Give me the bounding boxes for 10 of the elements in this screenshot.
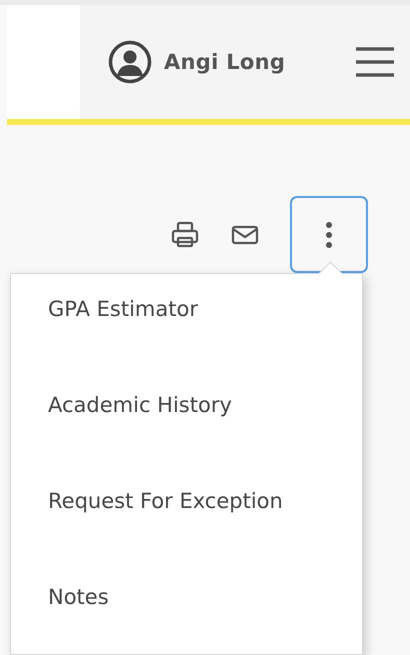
menu-item[interactable]: GPA Estimator <box>11 297 362 393</box>
menu-icon <box>355 46 395 78</box>
menu-item[interactable]: Academic History <box>11 393 362 489</box>
user-avatar-icon <box>108 40 152 84</box>
user-name[interactable]: Angi Long <box>164 50 286 74</box>
menu-item[interactable]: Notes <box>11 585 362 655</box>
printer-icon <box>170 220 200 250</box>
print-button[interactable] <box>170 220 200 250</box>
menu-item[interactable]: Request For Exception <box>11 489 362 585</box>
vertical-dots-icon <box>325 220 333 248</box>
